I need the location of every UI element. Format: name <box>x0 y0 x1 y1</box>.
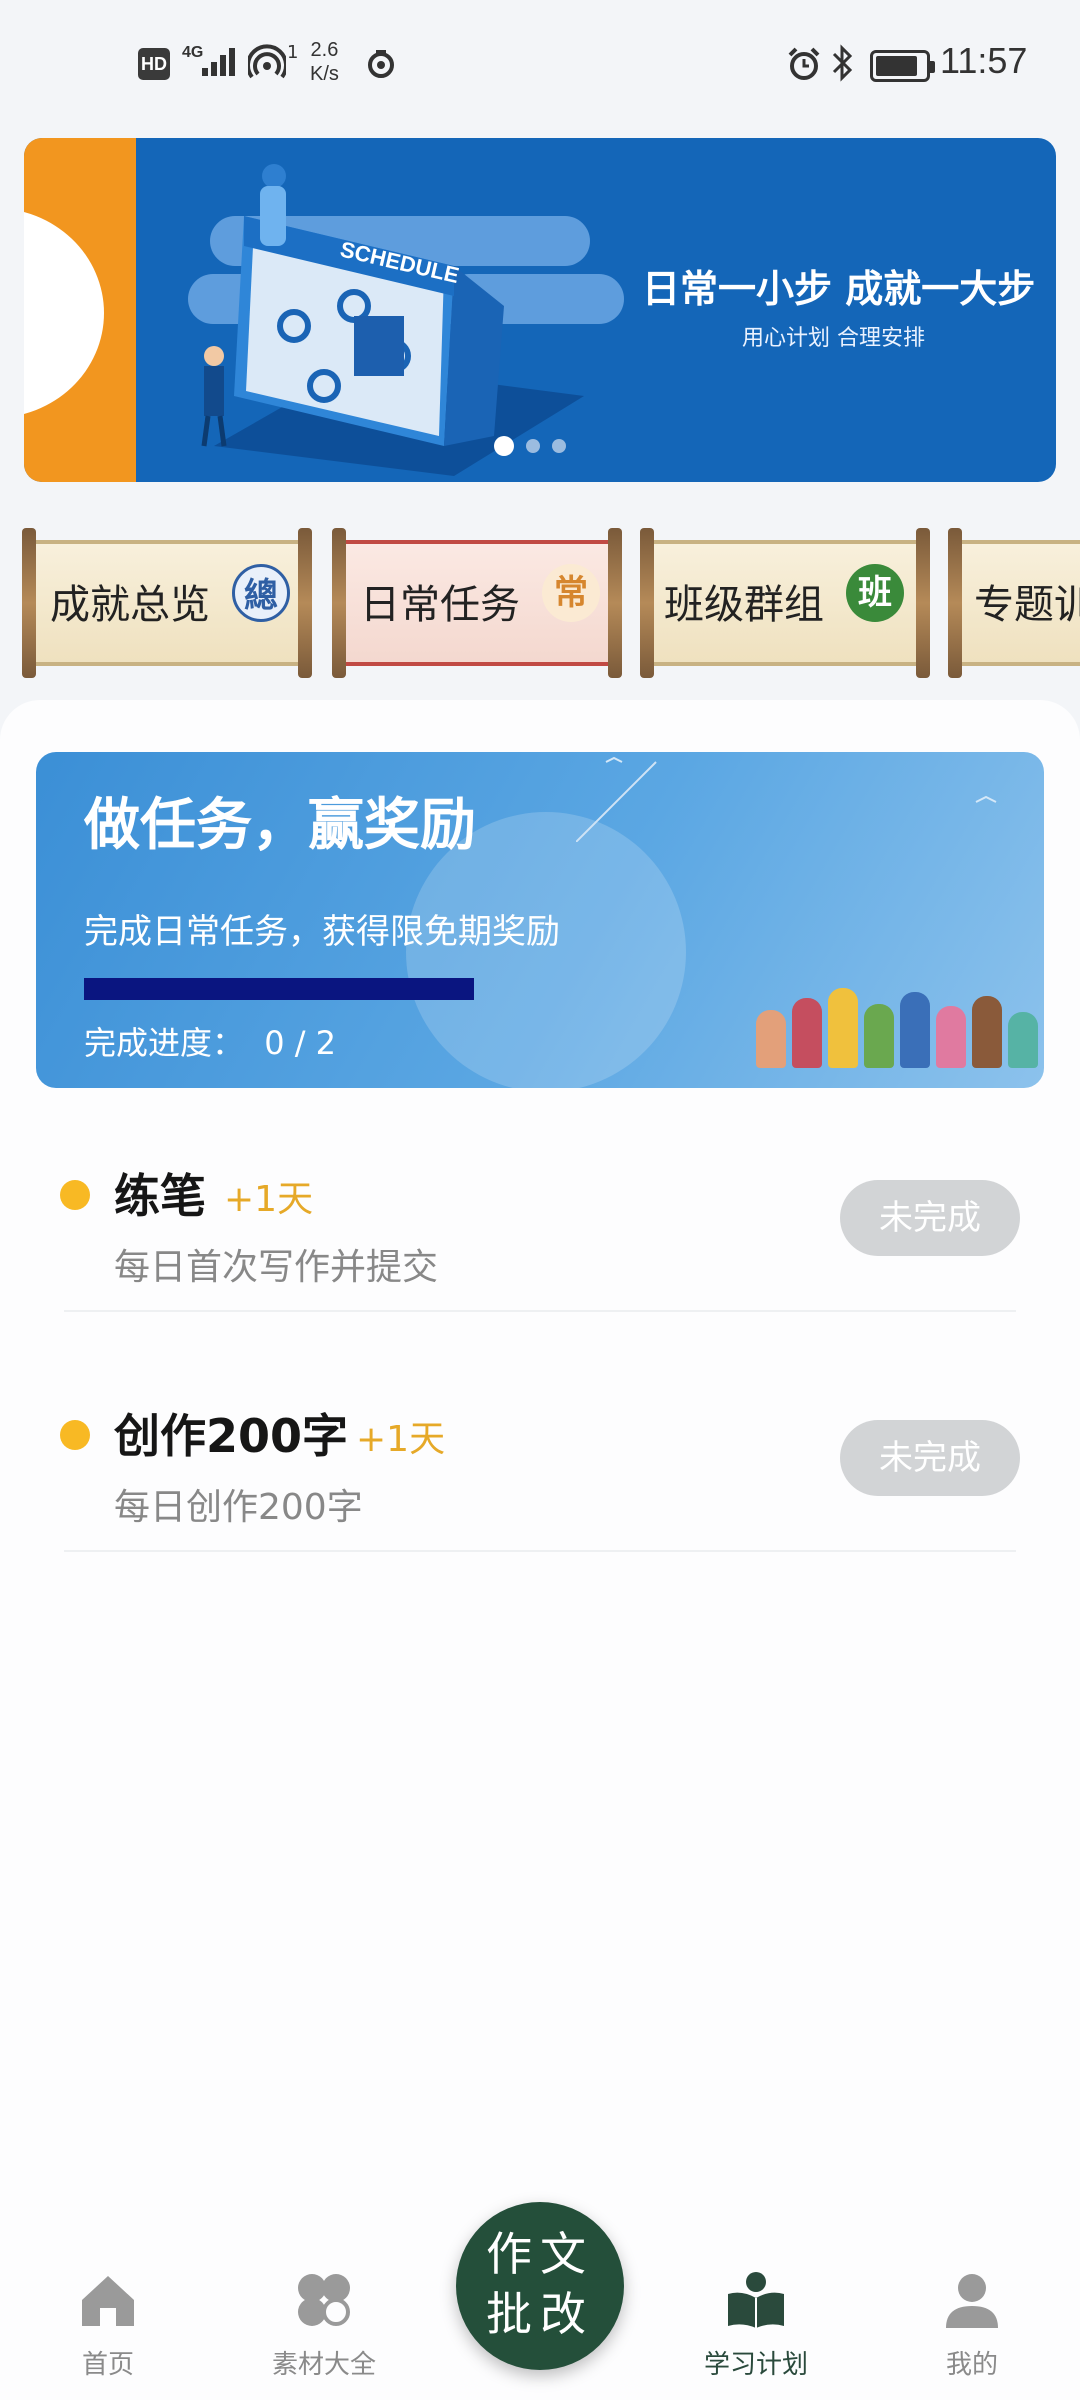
divider <box>64 1310 1016 1312</box>
nav-item-profile[interactable]: 我的 <box>892 2268 1052 2381</box>
center-label-line2: 批改 <box>486 2287 594 2341</box>
scroll-item-achievement-overview[interactable]: 成就总览 總 <box>22 528 312 678</box>
carousel-dot[interactable] <box>526 439 540 453</box>
nav-label: 我的 <box>945 2350 998 2380</box>
progress-label: 完成进度： <box>84 1024 245 1062</box>
task-name: 创作200字 <box>114 1409 349 1463</box>
profile-icon <box>946 2274 998 2328</box>
nav-label: 素材大全 <box>271 2350 376 2380</box>
progress-track <box>84 978 474 1000</box>
signal-icon <box>202 48 235 76</box>
alarm-icon <box>788 47 820 80</box>
scroll-item-class-groups[interactable]: 班级群组 班 <box>640 528 930 678</box>
task-bullet <box>60 1420 90 1450</box>
progress-bar <box>84 978 474 1000</box>
birds-decoration <box>576 756 997 842</box>
seal-icon: 常 <box>542 564 600 622</box>
banner-headline: 日常一小步 成就一大步 <box>642 267 1036 311</box>
nav-label: 首页 <box>81 2350 134 2380</box>
scroll-item-topic-training[interactable]: 专题训 <box>948 528 1080 678</box>
task-description: 每日创作200字 <box>114 1487 363 1528</box>
task-bullet <box>60 1180 90 1210</box>
task-bonus: +1天 <box>224 1179 314 1220</box>
clock: 11:57 <box>940 40 1028 81</box>
feature-scroll-nav: 成就总览 總 日常任务 常 班级群组 班 专题训 <box>0 528 1080 678</box>
scroll-item-label: 班级群组 <box>664 582 824 628</box>
center-label-line1: 作文 <box>486 2227 594 2281</box>
status-bar: HD 4G 1 2.6 K/s 11:57 <box>0 0 1080 130</box>
hotspot-count: 1 <box>287 42 299 63</box>
scroll-item-label: 成就总览 <box>50 582 210 628</box>
task-item-write-200[interactable]: 创作200字 +1天 每日创作200字 未完成 <box>0 1370 1080 1590</box>
nav-label: 学习计划 <box>703 2350 808 2380</box>
scroll-item-daily-tasks[interactable]: 日常任务 常 <box>332 528 622 678</box>
speed-value: 2.6 <box>310 39 339 61</box>
scroll-item-label: 专题训 <box>974 582 1080 628</box>
divider <box>64 1550 1016 1552</box>
previous-slide-peek <box>24 138 136 482</box>
calendar-illustration: SCHEDULE <box>201 164 584 476</box>
network-speed: 2.6 K/s <box>310 38 339 86</box>
carousel-dot[interactable] <box>552 439 566 453</box>
seal-icon: 總 <box>232 564 290 622</box>
task-name: 练笔 <box>114 1169 206 1223</box>
clover-icon <box>298 2274 350 2326</box>
battery-icon <box>870 50 935 82</box>
children-illustration <box>756 988 1038 1068</box>
carousel-indicator <box>494 436 566 456</box>
task-status-button[interactable]: 未完成 <box>840 1420 1020 1496</box>
progress-text: 完成进度： 0 / 2 <box>84 1018 336 1064</box>
promo-description: 完成日常任务，获得限免期奖励 <box>84 912 560 952</box>
progress-count: 0 / 2 <box>264 1024 337 1062</box>
bottom-nav: 首页 素材大全 作文 批改 学习计划 我的 <box>0 2202 1080 2400</box>
home-icon <box>82 2276 134 2326</box>
task-item-practice[interactable]: 练笔 +1天 每日首次写作并提交 未完成 <box>0 1130 1080 1350</box>
speed-unit: K/s <box>310 63 339 85</box>
hotspot-icon <box>248 44 286 79</box>
nav-item-home[interactable]: 首页 <box>28 2268 188 2381</box>
banner-carousel[interactable]: SCHEDULE 日常一小步 成就一大步 用心计划 合理安排 <box>24 138 1056 482</box>
essay-correction-button[interactable]: 作文 批改 <box>456 2202 624 2370</box>
promo-title: 做任务，赢奖励 <box>84 793 476 858</box>
book-icon <box>728 2272 784 2328</box>
carousel-dot-active[interactable] <box>494 436 514 456</box>
seal-icon: 班 <box>846 564 904 622</box>
task-description: 每日首次写作并提交 <box>114 1247 439 1288</box>
reward-promo-card: 做任务，赢奖励 完成日常任务，获得限免期奖励 完成进度： 0 / 2 <box>36 752 1044 1088</box>
hd-badge: HD <box>138 48 170 80</box>
task-status-button[interactable]: 未完成 <box>840 1180 1020 1256</box>
nav-item-study-plan[interactable]: 学习计划 <box>676 2268 836 2381</box>
bluetooth-icon <box>832 44 853 82</box>
scroll-item-label: 日常任务 <box>360 582 520 628</box>
nav-item-materials[interactable]: 素材大全 <box>244 2268 404 2381</box>
sync-icon <box>368 50 394 78</box>
task-bonus: +1天 <box>356 1419 446 1460</box>
banner-subline: 用心计划 合理安排 <box>742 326 925 351</box>
